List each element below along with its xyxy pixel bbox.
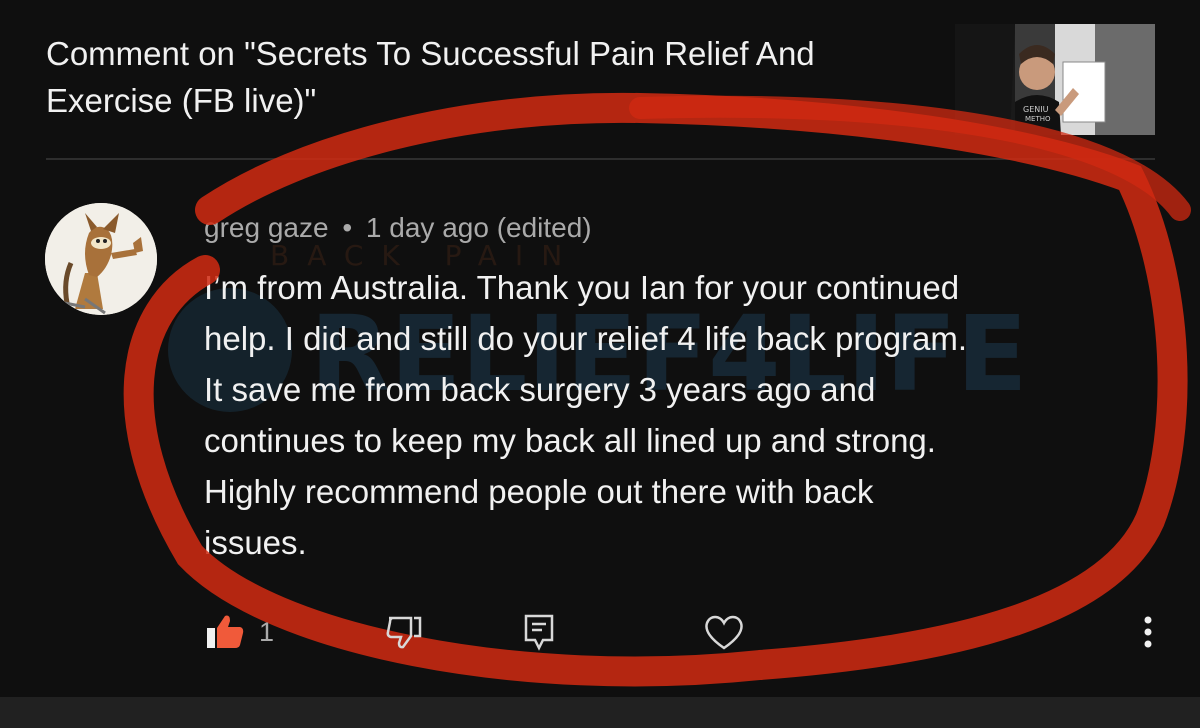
- like-button[interactable]: 1: [205, 600, 274, 664]
- comment-meta: greg gaze • 1 day ago (edited): [204, 208, 592, 248]
- comment-timestamp: 1 day ago (edited): [365, 212, 592, 243]
- comment-author[interactable]: greg gaze: [204, 212, 329, 243]
- more-options-button[interactable]: [1138, 600, 1158, 664]
- video-thumbnail-image: GENIU METHO: [955, 24, 1155, 135]
- reply-button[interactable]: [523, 600, 555, 664]
- video-thumbnail[interactable]: GENIU METHO: [955, 24, 1155, 135]
- comment-actions: 1: [0, 600, 1200, 664]
- coyote-avatar-image: [45, 203, 157, 315]
- comment-text: I’m from Australia. Thank you Ian for yo…: [204, 269, 968, 561]
- svg-text:METHO: METHO: [1025, 115, 1051, 123]
- svg-text:GENIU: GENIU: [1023, 105, 1049, 114]
- thumbs-down-icon: [386, 616, 422, 649]
- heart-button[interactable]: [703, 600, 745, 664]
- dislike-button[interactable]: [385, 600, 423, 664]
- thumbs-up-icon: [207, 615, 244, 648]
- avatar[interactable]: [45, 203, 157, 315]
- more-vertical-icon: [1144, 616, 1152, 648]
- bottom-bar: [0, 697, 1200, 728]
- comment-screen: Comment on "Secrets To Successful Pain R…: [0, 0, 1200, 728]
- comment-icon: [524, 614, 554, 651]
- heart-icon: [705, 615, 743, 650]
- like-count: 1: [259, 616, 275, 647]
- divider: [46, 158, 1155, 160]
- meta-separator: •: [342, 212, 353, 243]
- page-title: Comment on "Secrets To Successful Pain R…: [46, 35, 815, 119]
